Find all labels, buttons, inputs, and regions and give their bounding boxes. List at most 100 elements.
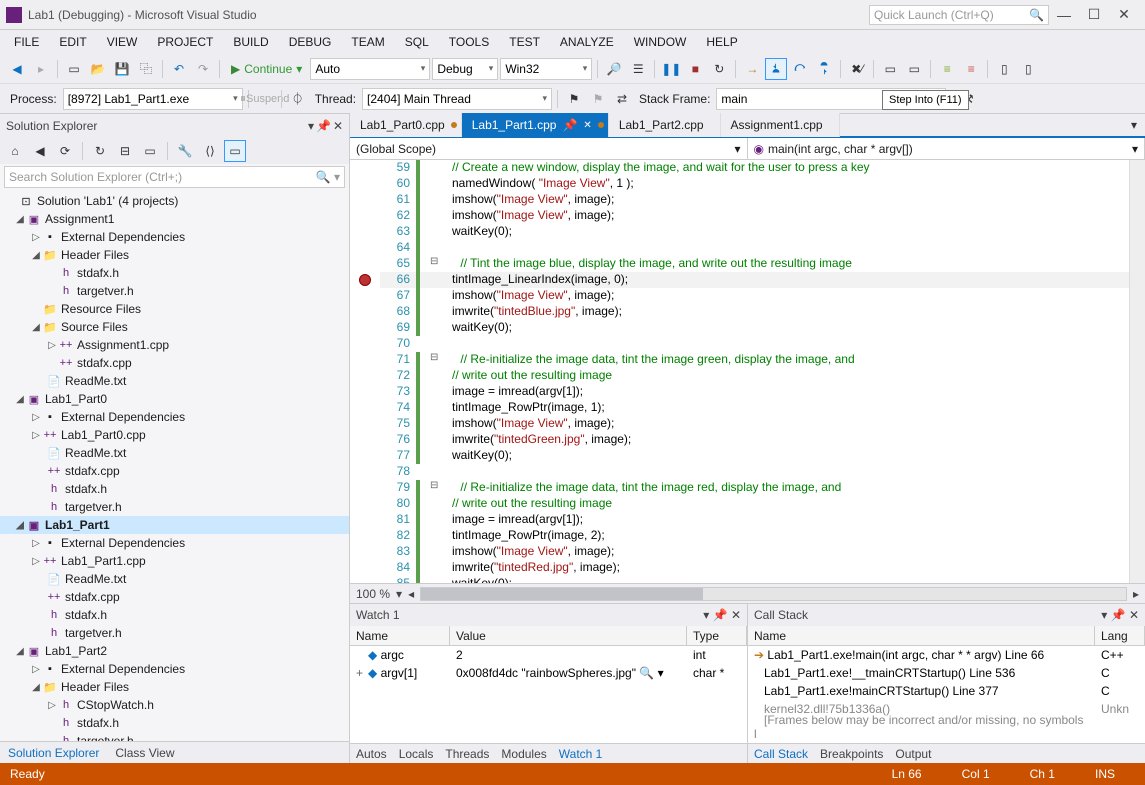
code-line[interactable]: tintImage_RowPtr(image, 1);	[432, 400, 605, 416]
file-node[interactable]: ++stdafx.cpp	[0, 354, 349, 372]
file-node[interactable]: htargetver.h	[0, 498, 349, 516]
file-node[interactable]: hstdafx.h	[0, 480, 349, 498]
project-node-selected[interactable]: ◢▣Lab1_Part1	[0, 516, 349, 534]
sync-button[interactable]: ⟳	[54, 140, 76, 162]
file-node[interactable]: ++stdafx.cpp	[0, 588, 349, 606]
code-line[interactable]: imshow("Image View", image);	[432, 288, 614, 304]
properties-button[interactable]: 🔧	[174, 140, 196, 162]
menu-file[interactable]: FILE	[4, 35, 49, 49]
callstack-row[interactable]: [Frames below may be incorrect and/or mi…	[748, 718, 1145, 736]
next-statement-button[interactable]: →	[741, 58, 763, 80]
scroll-left-button[interactable]: ◂	[408, 587, 414, 601]
continue-button[interactable]: ▶Continue▾	[225, 62, 308, 76]
close-icon[interactable]: ✕	[1129, 608, 1139, 622]
file-node[interactable]: 📄ReadMe.txt	[0, 570, 349, 588]
project-node[interactable]: ◢▣Lab1_Part0	[0, 390, 349, 408]
menu-debug[interactable]: DEBUG	[279, 35, 342, 49]
tab-call-stack[interactable]: Call Stack	[748, 747, 814, 761]
hex-toggle-button[interactable]: ✖⁄	[846, 58, 868, 80]
tab-threads[interactable]: Threads	[439, 747, 495, 761]
suspend-button[interactable]: ⏸ Suspend	[254, 88, 276, 110]
file-node[interactable]: ++stdafx.cpp	[0, 462, 349, 480]
code-line[interactable]	[432, 240, 452, 256]
minimize-button[interactable]: —	[1049, 7, 1079, 23]
dropdown-icon[interactable]: ▾	[1101, 608, 1107, 622]
doc-tab[interactable]: Lab1_Part0.cpp	[350, 113, 462, 137]
code-line[interactable]: imwrite("tintedRed.jpg", image);	[432, 560, 620, 576]
tab-output[interactable]: Output	[889, 747, 937, 761]
pin-icon[interactable]: 📌	[713, 608, 728, 622]
menu-edit[interactable]: EDIT	[49, 35, 96, 49]
collapse-button[interactable]: ⊟	[114, 140, 136, 162]
close-icon[interactable]: ✕	[333, 119, 343, 133]
solution-node[interactable]: ⊡Solution 'Lab1' (4 projects)	[0, 192, 349, 210]
platform-dropdown[interactable]: Win32▾	[500, 58, 592, 80]
zoom-level[interactable]: 100 %	[356, 587, 390, 601]
code-line[interactable]: // Create a new window, display the imag…	[432, 160, 870, 176]
scroll-right-button[interactable]: ▸	[1133, 587, 1139, 601]
solution-tree[interactable]: ⊡Solution 'Lab1' (4 projects) ◢▣Assignme…	[0, 190, 349, 741]
folder-node[interactable]: ◢📁Source Files	[0, 318, 349, 336]
vertical-scrollbar[interactable]	[1129, 160, 1145, 583]
close-button[interactable]: ✕	[1109, 6, 1139, 23]
code-line[interactable]: // write out the resulting image	[432, 368, 612, 384]
tab-modules[interactable]: Modules	[495, 747, 552, 761]
doc-tab-active[interactable]: Lab1_Part1.cpp📌✕	[462, 113, 609, 137]
step-over-button[interactable]	[789, 58, 811, 80]
project-node[interactable]: ◢▣Lab1_Part2	[0, 642, 349, 660]
code-line[interactable]: waitKey(0);	[432, 576, 512, 583]
undo-button[interactable]: ↶	[168, 58, 190, 80]
watch-row[interactable]: ◆ argc2int	[350, 646, 747, 664]
watch-row[interactable]: +◆ argv[1]0x008fd4dc "rainbowSpheres.jpg…	[350, 664, 747, 682]
close-icon[interactable]: ✕	[731, 608, 741, 622]
outline-toggle[interactable]: ⊟	[428, 352, 440, 368]
file-node[interactable]: ▷hCStopWatch.h	[0, 696, 349, 714]
find-button[interactable]: 🔎	[603, 58, 625, 80]
code-line[interactable]: image = imread(argv[1]);	[432, 384, 583, 400]
code-line[interactable]: imwrite("tintedGreen.jpg", image);	[432, 432, 631, 448]
refresh-button[interactable]: ↻	[89, 140, 111, 162]
col-type[interactable]: Type	[687, 626, 747, 645]
menu-window[interactable]: WINDOW	[624, 35, 697, 49]
menu-analyze[interactable]: ANALYZE	[550, 35, 624, 49]
flag-button-3[interactable]: ⇄	[611, 88, 633, 110]
back-button[interactable]: ◀	[29, 140, 51, 162]
file-node[interactable]: 📄ReadMe.txt	[0, 444, 349, 462]
code-line[interactable]: // Re-initialize the image data, tint th…	[440, 352, 854, 368]
view-button[interactable]: ▭	[224, 140, 246, 162]
file-node[interactable]: ▷++Lab1_Part0.cpp	[0, 426, 349, 444]
folder-node[interactable]: 📁Resource Files	[0, 300, 349, 318]
folder-node[interactable]: ▷▪External Dependencies	[0, 660, 349, 678]
nav-fwd-button[interactable]: ▸	[30, 58, 52, 80]
project-node[interactable]: ◢▣Assignment1	[0, 210, 349, 228]
save-button[interactable]: 💾	[111, 58, 133, 80]
quick-launch-input[interactable]: Quick Launch (Ctrl+Q) 🔍	[869, 5, 1049, 25]
menu-team[interactable]: TEAM	[341, 35, 394, 49]
horizontal-scrollbar[interactable]	[420, 587, 1127, 601]
misc-button-1[interactable]: ▯	[993, 58, 1015, 80]
tab-solution-explorer[interactable]: Solution Explorer	[0, 742, 107, 763]
redo-button[interactable]: ↷	[192, 58, 214, 80]
menu-build[interactable]: BUILD	[223, 35, 278, 49]
menu-project[interactable]: PROJECT	[147, 35, 223, 49]
code-line[interactable]: imshow("Image View", image);	[432, 192, 614, 208]
file-node[interactable]: 📄ReadMe.txt	[0, 372, 349, 390]
breakpoint-icon[interactable]	[359, 274, 371, 286]
home-button[interactable]: ⌂	[4, 140, 26, 162]
thread-dropdown[interactable]: [2404] Main Thread▾	[362, 88, 552, 110]
solution-config-dropdown[interactable]: Auto▾	[310, 58, 430, 80]
solution-dropdown[interactable]: Debug▾	[432, 58, 498, 80]
code-line[interactable]	[432, 464, 452, 480]
comment-button[interactable]: ≡	[936, 58, 958, 80]
file-node[interactable]: hstdafx.h	[0, 714, 349, 732]
dropdown-icon[interactable]: ▾	[308, 119, 314, 133]
menu-help[interactable]: HELP	[696, 35, 747, 49]
doc-tab[interactable]: Lab1_Part2.cpp	[609, 113, 721, 137]
misc-button-2[interactable]: ▯	[1017, 58, 1039, 80]
menu-test[interactable]: TEST	[499, 35, 550, 49]
flag-button-2[interactable]: ⚑	[587, 88, 609, 110]
pause-button[interactable]: ❚❚	[660, 58, 682, 80]
folder-node[interactable]: ◢📁Header Files	[0, 678, 349, 696]
file-node[interactable]: ▷++Lab1_Part1.cpp	[0, 552, 349, 570]
close-icon[interactable]: ✕	[583, 120, 591, 131]
